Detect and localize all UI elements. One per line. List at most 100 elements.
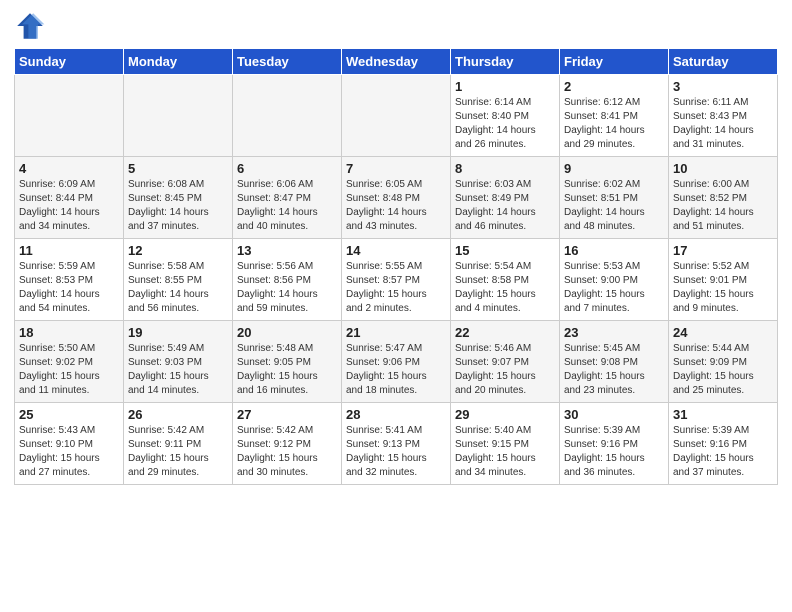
day-info: Sunrise: 6:09 AMSunset: 8:44 PMDaylight:… (19, 178, 119, 234)
day-number: 10 (673, 161, 773, 176)
day-info: Sunrise: 6:11 AMSunset: 8:43 PMDaylight:… (673, 96, 773, 152)
weekday-thursday: Thursday (451, 49, 560, 75)
day-info: Sunrise: 6:03 AMSunset: 8:49 PMDaylight:… (455, 178, 555, 234)
calendar-cell: 29Sunrise: 5:40 AMSunset: 9:15 PMDayligh… (451, 403, 560, 485)
calendar-cell (233, 75, 342, 157)
day-info: Sunrise: 5:39 AMSunset: 9:16 PMDaylight:… (564, 424, 664, 480)
calendar-cell: 20Sunrise: 5:48 AMSunset: 9:05 PMDayligh… (233, 321, 342, 403)
day-info: Sunrise: 5:49 AMSunset: 9:03 PMDaylight:… (128, 342, 228, 398)
calendar-cell: 26 Sunrise: 5:42 AMSunset: 9:11 PMDayligh… (124, 403, 233, 485)
day-info: Sunrise: 6:06 AMSunset: 8:47 PMDaylight:… (237, 178, 337, 234)
day-number: 2 (564, 79, 664, 94)
day-info: Sunrise: 6:14 AMSunset: 8:40 PMDaylight:… (455, 96, 555, 152)
day-number: 7 (346, 161, 446, 176)
weekday-header-row: SundayMondayTuesdayWednesdayThursdayFrid… (15, 49, 778, 75)
calendar-cell: 5 Sunrise: 6:08 AMSunset: 8:45 PMDaylight… (124, 157, 233, 239)
page: SundayMondayTuesdayWednesdayThursdayFrid… (0, 0, 792, 612)
calendar-cell: 16 Sunrise: 5:53 AMSunset: 9:00 PMDayligh… (560, 239, 669, 321)
calendar-cell: 24Sunrise: 5:44 AMSunset: 9:09 PMDayligh… (669, 321, 778, 403)
calendar-cell: 12 Sunrise: 5:58 AMSunset: 8:55 PMDayligh… (124, 239, 233, 321)
calendar-cell: 11 Sunrise: 5:59 AMSunset: 8:53 PMDayligh… (15, 239, 124, 321)
calendar-cell: 27 Sunrise: 5:42 AMSunset: 9:12 PMDayligh… (233, 403, 342, 485)
logo (14, 10, 50, 42)
day-number: 26 (128, 407, 228, 422)
day-number: 28 (346, 407, 446, 422)
day-info: Sunrise: 5:52 AMSunset: 9:01 PMDaylight:… (673, 260, 773, 316)
calendar-row-5: 25 Sunrise: 5:43 AMSunset: 9:10 PMDayligh… (15, 403, 778, 485)
calendar-cell: 31Sunrise: 5:39 AMSunset: 9:16 PMDayligh… (669, 403, 778, 485)
calendar-cell: 10 Sunrise: 6:00 AMSunset: 8:52 PMDayligh… (669, 157, 778, 239)
day-number: 23 (564, 325, 664, 340)
weekday-wednesday: Wednesday (342, 49, 451, 75)
calendar-cell: 28 Sunrise: 5:41 AMSunset: 9:13 PMDayligh… (342, 403, 451, 485)
calendar-row-4: 18Sunrise: 5:50 AMSunset: 9:02 PMDayligh… (15, 321, 778, 403)
calendar-row-1: 1 Sunrise: 6:14 AMSunset: 8:40 PMDaylight… (15, 75, 778, 157)
weekday-sunday: Sunday (15, 49, 124, 75)
calendar-cell: 13 Sunrise: 5:56 AMSunset: 8:56 PMDayligh… (233, 239, 342, 321)
weekday-saturday: Saturday (669, 49, 778, 75)
day-number: 15 (455, 243, 555, 258)
day-number: 8 (455, 161, 555, 176)
calendar-cell: 25 Sunrise: 5:43 AMSunset: 9:10 PMDayligh… (15, 403, 124, 485)
calendar-table: SundayMondayTuesdayWednesdayThursdayFrid… (14, 48, 778, 485)
day-number: 27 (237, 407, 337, 422)
logo-icon (14, 10, 46, 42)
day-number: 1 (455, 79, 555, 94)
day-info: Sunrise: 5:59 AMSunset: 8:53 PMDaylight:… (19, 260, 119, 316)
day-number: 31 (673, 407, 773, 422)
day-info: Sunrise: 6:12 AMSunset: 8:41 PMDaylight:… (564, 96, 664, 152)
calendar-cell: 9 Sunrise: 6:02 AMSunset: 8:51 PMDaylight… (560, 157, 669, 239)
calendar-row-2: 4 Sunrise: 6:09 AMSunset: 8:44 PMDaylight… (15, 157, 778, 239)
day-number: 30 (564, 407, 664, 422)
day-number: 5 (128, 161, 228, 176)
header (14, 10, 778, 42)
day-info: Sunrise: 5:58 AMSunset: 8:55 PMDaylight:… (128, 260, 228, 316)
calendar-cell (342, 75, 451, 157)
calendar-cell: 8 Sunrise: 6:03 AMSunset: 8:49 PMDaylight… (451, 157, 560, 239)
day-info: Sunrise: 6:08 AMSunset: 8:45 PMDaylight:… (128, 178, 228, 234)
calendar-row-3: 11 Sunrise: 5:59 AMSunset: 8:53 PMDayligh… (15, 239, 778, 321)
calendar-cell: 7Sunrise: 6:05 AMSunset: 8:48 PMDaylight… (342, 157, 451, 239)
day-number: 6 (237, 161, 337, 176)
day-info: Sunrise: 5:55 AMSunset: 8:57 PMDaylight:… (346, 260, 446, 316)
day-info: Sunrise: 5:53 AMSunset: 9:00 PMDaylight:… (564, 260, 664, 316)
day-number: 18 (19, 325, 119, 340)
day-info: Sunrise: 5:42 AMSunset: 9:12 PMDaylight:… (237, 424, 337, 480)
calendar-cell: 15Sunrise: 5:54 AMSunset: 8:58 PMDayligh… (451, 239, 560, 321)
calendar-cell (124, 75, 233, 157)
day-info: Sunrise: 5:42 AMSunset: 9:11 PMDaylight:… (128, 424, 228, 480)
day-number: 11 (19, 243, 119, 258)
day-info: Sunrise: 5:41 AMSunset: 9:13 PMDaylight:… (346, 424, 446, 480)
day-info: Sunrise: 5:45 AMSunset: 9:08 PMDaylight:… (564, 342, 664, 398)
day-number: 16 (564, 243, 664, 258)
day-info: Sunrise: 5:47 AMSunset: 9:06 PMDaylight:… (346, 342, 446, 398)
calendar-cell: 18Sunrise: 5:50 AMSunset: 9:02 PMDayligh… (15, 321, 124, 403)
day-number: 22 (455, 325, 555, 340)
day-number: 13 (237, 243, 337, 258)
day-number: 17 (673, 243, 773, 258)
calendar-cell: 30 Sunrise: 5:39 AMSunset: 9:16 PMDayligh… (560, 403, 669, 485)
calendar-cell: 19Sunrise: 5:49 AMSunset: 9:03 PMDayligh… (124, 321, 233, 403)
day-info: Sunrise: 5:44 AMSunset: 9:09 PMDaylight:… (673, 342, 773, 398)
day-info: Sunrise: 6:02 AMSunset: 8:51 PMDaylight:… (564, 178, 664, 234)
calendar-cell: 4 Sunrise: 6:09 AMSunset: 8:44 PMDaylight… (15, 157, 124, 239)
calendar-cell: 3Sunrise: 6:11 AMSunset: 8:43 PMDaylight… (669, 75, 778, 157)
calendar-cell: 23 Sunrise: 5:45 AMSunset: 9:08 PMDayligh… (560, 321, 669, 403)
day-info: Sunrise: 5:43 AMSunset: 9:10 PMDaylight:… (19, 424, 119, 480)
calendar-cell: 17 Sunrise: 5:52 AMSunset: 9:01 PMDayligh… (669, 239, 778, 321)
day-info: Sunrise: 6:00 AMSunset: 8:52 PMDaylight:… (673, 178, 773, 234)
day-info: Sunrise: 5:48 AMSunset: 9:05 PMDaylight:… (237, 342, 337, 398)
calendar-cell: 1 Sunrise: 6:14 AMSunset: 8:40 PMDaylight… (451, 75, 560, 157)
day-number: 14 (346, 243, 446, 258)
day-info: Sunrise: 5:46 AMSunset: 9:07 PMDaylight:… (455, 342, 555, 398)
day-number: 25 (19, 407, 119, 422)
weekday-tuesday: Tuesday (233, 49, 342, 75)
weekday-monday: Monday (124, 49, 233, 75)
day-number: 4 (19, 161, 119, 176)
day-info: Sunrise: 5:56 AMSunset: 8:56 PMDaylight:… (237, 260, 337, 316)
weekday-friday: Friday (560, 49, 669, 75)
calendar-cell: 2 Sunrise: 6:12 AMSunset: 8:41 PMDaylight… (560, 75, 669, 157)
day-number: 9 (564, 161, 664, 176)
calendar-cell: 21Sunrise: 5:47 AMSunset: 9:06 PMDayligh… (342, 321, 451, 403)
day-number: 12 (128, 243, 228, 258)
